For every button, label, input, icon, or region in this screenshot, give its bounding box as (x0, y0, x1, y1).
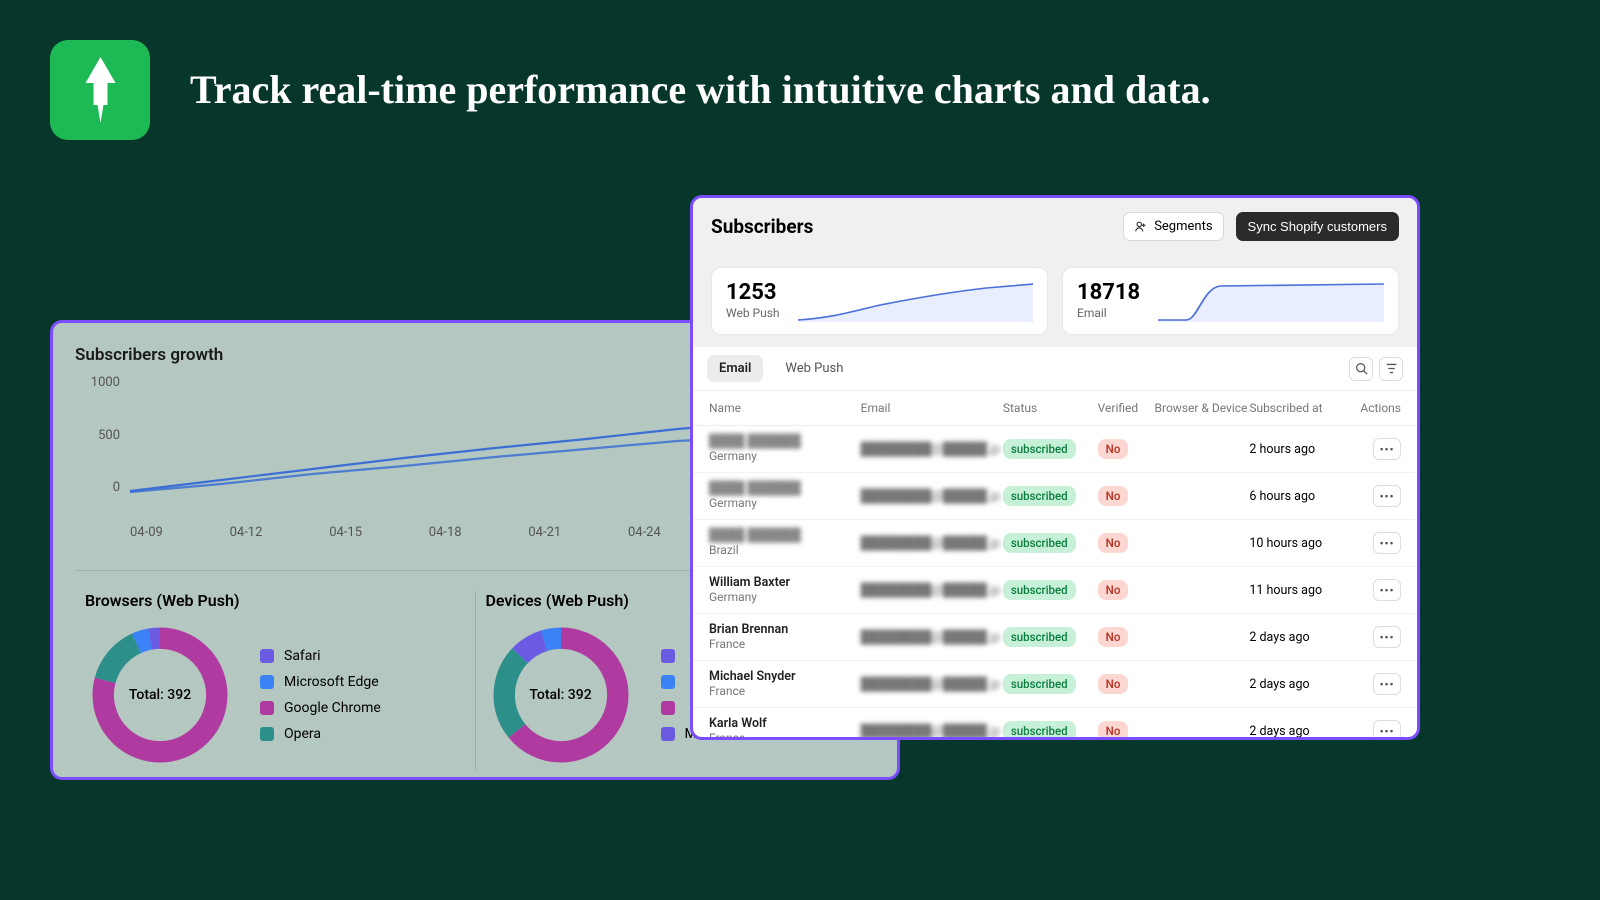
browsers-title: Browsers (Web Push) (85, 591, 465, 610)
xtick: 04-09 (130, 525, 163, 540)
email-count: 18718 (1077, 282, 1140, 304)
webpush-stat-card[interactable]: 1253 Web Push (711, 267, 1048, 335)
verified-badge: No (1098, 721, 1129, 737)
table-row: ████ ██████Germany ████████@█████.jp sub… (693, 426, 1417, 473)
status-badge: subscribed (1003, 627, 1076, 647)
row-actions-button[interactable]: ••• (1373, 485, 1401, 507)
subscribers-panel: Subscribers Segments Sync Shopify custom… (690, 195, 1420, 740)
status-badge: subscribed (1003, 439, 1076, 459)
tab-email[interactable]: Email (707, 355, 763, 382)
table-header: Name Email Status Verified Browser & Dev… (693, 391, 1417, 426)
status-badge: subscribed (1003, 674, 1076, 694)
webpush-sparkline (798, 280, 1033, 322)
webpush-count: 1253 (726, 282, 780, 304)
xtick: 04-24 (628, 525, 661, 540)
status-badge: subscribed (1003, 721, 1076, 737)
xtick: 04-15 (329, 525, 362, 540)
xtick: 04-21 (528, 525, 561, 540)
row-actions-button[interactable]: ••• (1373, 579, 1401, 601)
status-badge: subscribed (1003, 486, 1076, 506)
table-row: Brian BrennanFrance ████████@█████.jp su… (693, 614, 1417, 661)
tab-webpush[interactable]: Web Push (773, 355, 855, 382)
verified-badge: No (1098, 674, 1129, 694)
legend-item: Microsoft Edge (260, 674, 381, 690)
table-row: Karla WolfFrance ████████@█████.jp subsc… (693, 708, 1417, 737)
search-icon[interactable] (1349, 357, 1373, 381)
email-sparkline (1158, 280, 1384, 322)
row-actions-button[interactable]: ••• (1373, 720, 1401, 737)
devices-donut: Total: 392 (486, 620, 636, 770)
hero-headline: Track real-time performance with intuiti… (190, 65, 1211, 115)
verified-badge: No (1098, 486, 1129, 506)
table-row: William BaxterGermany ████████@█████.jp … (693, 567, 1417, 614)
app-logo (50, 40, 150, 140)
row-actions-button[interactable]: ••• (1373, 626, 1401, 648)
filter-icon[interactable] (1379, 357, 1403, 381)
subscribers-title: Subscribers (711, 215, 813, 238)
status-badge: subscribed (1003, 580, 1076, 600)
verified-badge: No (1098, 580, 1129, 600)
row-actions-button[interactable]: ••• (1373, 532, 1401, 554)
xtick: 04-12 (230, 525, 263, 540)
sync-button[interactable]: Sync Shopify customers (1236, 212, 1399, 241)
ytick: 0 (75, 480, 120, 495)
email-stat-card[interactable]: 18718 Email (1062, 267, 1399, 335)
ytick: 1000 (75, 375, 120, 390)
legend-item: Opera (260, 726, 381, 742)
people-icon (1134, 220, 1148, 234)
ytick: 500 (75, 428, 120, 443)
row-actions-button[interactable]: ••• (1373, 673, 1401, 695)
status-badge: subscribed (1003, 533, 1076, 553)
segments-button[interactable]: Segments (1123, 212, 1223, 241)
browsers-card: Browsers (Web Push) Total: 392 Safari Mic… (75, 591, 476, 770)
legend-item: Safari (260, 648, 381, 664)
verified-badge: No (1098, 533, 1129, 553)
xtick: 04-18 (429, 525, 462, 540)
table-row: ████ ██████Brazil ████████@█████.jp subs… (693, 520, 1417, 567)
table-row: Michael SnyderFrance ████████@█████.jp s… (693, 661, 1417, 708)
verified-badge: No (1098, 627, 1129, 647)
row-actions-button[interactable]: ••• (1373, 438, 1401, 460)
browsers-donut: Total: 392 (85, 620, 235, 770)
table-row: ████ ██████Germany ████████@█████.jp sub… (693, 473, 1417, 520)
legend-item: Google Chrome (260, 700, 381, 716)
verified-badge: No (1098, 439, 1129, 459)
